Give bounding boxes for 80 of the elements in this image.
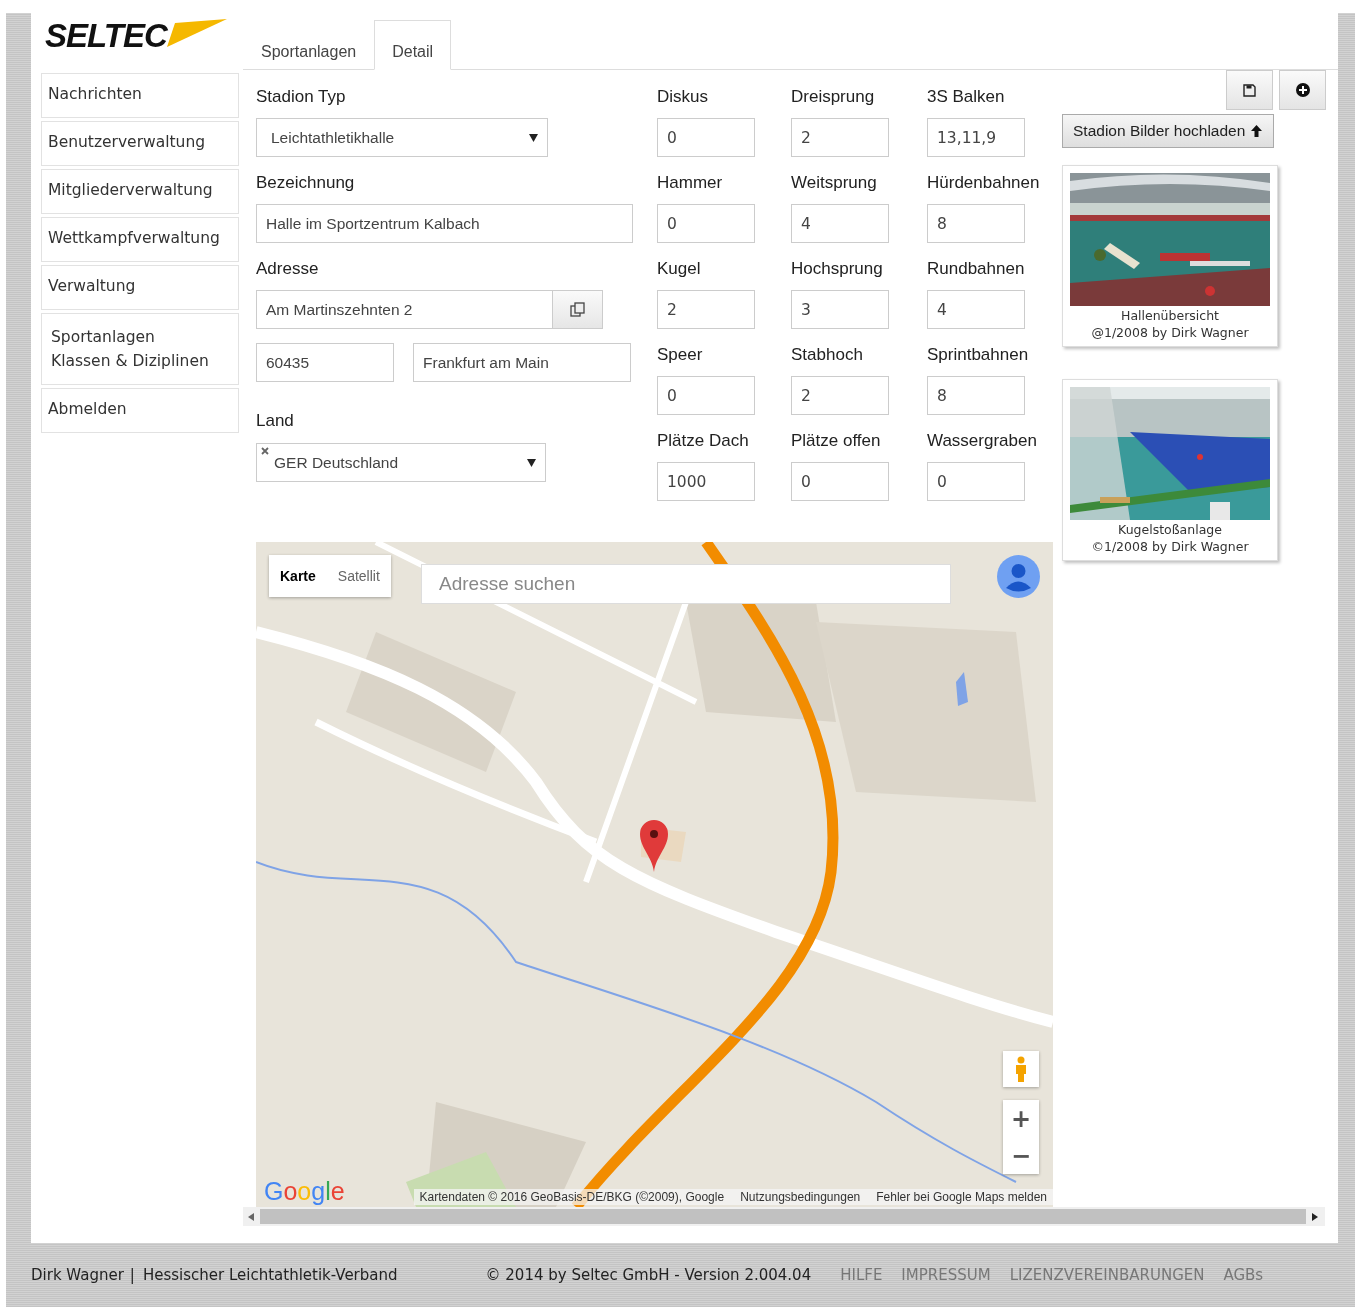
field-label: Land [256, 411, 295, 432]
field-label: Hürdenbahnen [927, 173, 1041, 194]
map-attribution: Kartendaten © 2016 GeoBasis-DE/BKG (©2009), Google [419, 1189, 725, 1205]
number-field[interactable]: 13,11,9 [927, 118, 1025, 157]
field-label: Hammer [657, 173, 724, 194]
field-label: Bezeichnung [256, 173, 356, 194]
search-field[interactable]: Adresse suchen [421, 564, 951, 604]
caret-icon [529, 133, 538, 142]
number-field[interactable]: 8 [927, 204, 1025, 243]
field-label: Stadion Typ [256, 87, 347, 108]
field-label: Wassergraben [927, 431, 1038, 452]
user-name: Dirk Wagner [31, 1266, 124, 1284]
number-field[interactable]: 4 [791, 204, 889, 243]
locate-button[interactable] [553, 290, 603, 329]
organization-name: Hessischer Leichtathletik-Verband [142, 1266, 398, 1284]
number-field[interactable]: 0 [657, 376, 755, 415]
zoom-button[interactable]: − [1003, 1137, 1039, 1174]
field-label: Speer [657, 345, 704, 366]
zoom-button[interactable]: + [1003, 1100, 1039, 1137]
number-field[interactable]: 0 [657, 118, 755, 157]
number-field[interactable]: 0 [791, 462, 889, 501]
field-label: Plätze Dach [657, 431, 750, 452]
person-figure-icon [1014, 1056, 1028, 1082]
copyright-text: © 2014 by Seltec GmbH - Version 2.004.04 [485, 1266, 812, 1284]
sidebar-link[interactable]: Klassen & Diziplinen [51, 352, 229, 370]
map-link[interactable]: Nutzungsbedingungen [740, 1189, 861, 1205]
map-marker-icon [640, 820, 668, 872]
separator: | [129, 1266, 135, 1284]
scroll-right-icon[interactable] [1312, 1212, 1318, 1221]
add-icon [1295, 83, 1310, 97]
field-label: Hochsprung [791, 259, 884, 280]
map-type-tab[interactable]: Satellit [326, 555, 391, 597]
clear-icon[interactable] [261, 447, 269, 455]
number-field[interactable]: 4 [927, 290, 1025, 329]
number-field[interactable]: 3 [791, 290, 889, 329]
zip-field[interactable]: 60435 [256, 343, 394, 382]
field-label: Adresse [256, 259, 320, 280]
name-field[interactable]: Halle im Sportzentrum Kalbach [256, 204, 633, 243]
scrollbar[interactable] [243, 1207, 1325, 1226]
map-type-tab[interactable]: Karte [269, 555, 327, 597]
save-button[interactable] [1226, 70, 1273, 110]
number-field[interactable]: 1000 [657, 462, 755, 501]
number-field[interactable]: 2 [791, 118, 889, 157]
upload-button[interactable]: Stadion Bilder hochladen [1062, 114, 1275, 148]
street-field[interactable]: Am Martinszehnten 2 [256, 290, 553, 329]
number-field[interactable]: 8 [927, 376, 1025, 415]
field-label: Plätze offen [791, 431, 882, 452]
number-field[interactable]: 2 [791, 376, 889, 415]
map-link[interactable]: Fehler bei Google Maps melden [876, 1189, 1047, 1205]
logo-wedge-icon [166, 19, 227, 47]
photo-credit: ©1/2008 by Dirk Wagner [1091, 538, 1249, 555]
photo-credit: @1/2008 by Dirk Wagner [1091, 324, 1249, 341]
city-field[interactable]: Frankfurt am Main [413, 343, 631, 382]
field-label: Weitsprung [791, 173, 878, 194]
number-field[interactable]: 0 [927, 462, 1025, 501]
caret-icon [527, 458, 536, 467]
sidebar-link[interactable]: Sportanlagen [51, 328, 229, 346]
field-label: Sprintbahnen [927, 345, 1030, 366]
field-label: Kugel [657, 259, 702, 280]
copy-icon [569, 301, 586, 318]
logo-text: SELTEC [45, 19, 167, 52]
type-select[interactable]: Leichtathletikhalle [256, 118, 548, 157]
field-label: Diskus [657, 87, 709, 108]
arrow-up-icon [1250, 124, 1264, 138]
user-avatar-icon[interactable] [997, 555, 1040, 598]
field-label: Rundbahnen [927, 259, 1026, 280]
photo-caption: Hallenübersicht [1121, 307, 1219, 324]
add-button[interactable] [1279, 70, 1326, 110]
google-logo: Google [264, 1179, 345, 1204]
photo-caption: Kugelstoßanlage [1118, 521, 1222, 538]
tab[interactable]: Detail [374, 20, 452, 70]
field-label: Stabhoch [791, 345, 864, 366]
tab[interactable]: Sportanlagen [243, 20, 375, 70]
number-field[interactable]: 2 [657, 290, 755, 329]
field-label: 3S Balken [927, 87, 1006, 108]
country-select[interactable]: GER Deutschland [256, 443, 546, 482]
scroll-left-icon[interactable] [248, 1212, 254, 1221]
number-field[interactable]: 0 [657, 204, 755, 243]
save-icon [1243, 83, 1256, 97]
field-label: Dreisprung [791, 87, 876, 108]
